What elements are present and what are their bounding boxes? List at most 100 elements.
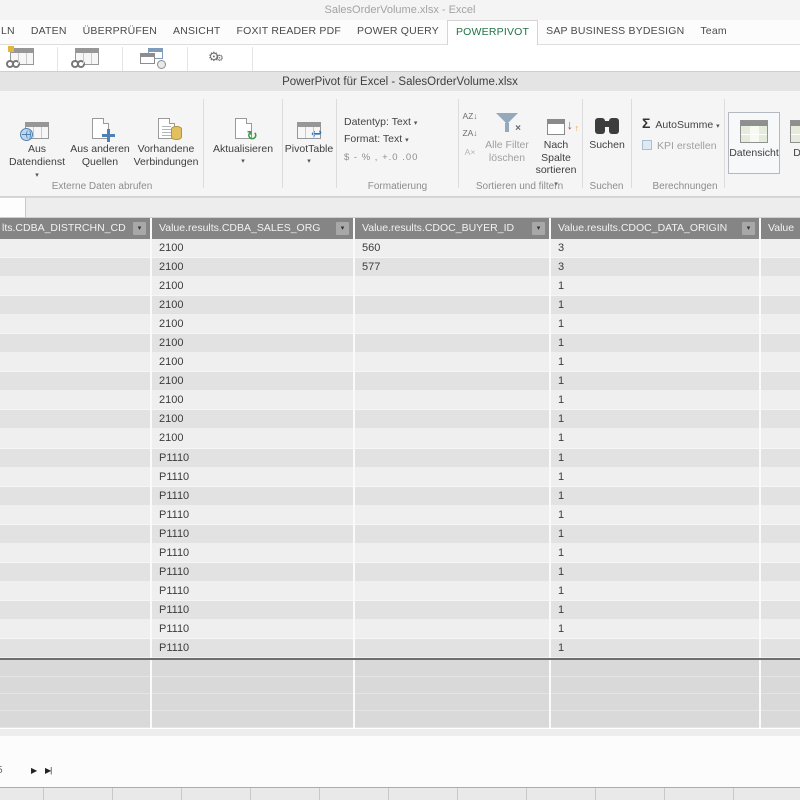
table-cell[interactable]: 1 [551, 391, 759, 410]
table-cell[interactable] [355, 468, 549, 487]
ribbon-tab-power-query[interactable]: POWER QUERY [349, 20, 447, 44]
from-data-service-button[interactable]: Aus Datendienst ▾ [6, 105, 68, 183]
column-header[interactable]: Value [761, 218, 800, 239]
table-cell[interactable] [355, 639, 549, 658]
table-cell[interactable]: P1110 [152, 563, 353, 582]
table-cell[interactable] [761, 582, 800, 601]
table-cell[interactable]: 1 [551, 296, 759, 315]
powerpivot-titlebar[interactable]: PowerPivot für Excel - SalesOrderVolume.… [0, 71, 800, 91]
table-cell[interactable] [355, 506, 549, 525]
table-cell[interactable]: 2100 [152, 429, 353, 448]
table-cell[interactable]: 1 [551, 639, 759, 658]
table-cell[interactable] [761, 620, 800, 639]
table-cell[interactable]: 2100 [152, 353, 353, 372]
table-cell[interactable] [355, 544, 549, 563]
table-cell[interactable] [0, 277, 150, 296]
table-cell[interactable] [355, 315, 549, 334]
table-cell[interactable] [0, 601, 150, 620]
table-cell[interactable]: 1 [551, 525, 759, 544]
table-cell[interactable] [355, 582, 549, 601]
ribbon-tab-ansicht[interactable]: ANSICHT [165, 20, 229, 44]
table-cell[interactable] [761, 391, 800, 410]
table-cell[interactable] [0, 239, 150, 258]
table-cell[interactable] [355, 334, 549, 353]
table-cell[interactable]: 2100 [152, 372, 353, 391]
table-cell[interactable] [355, 353, 549, 372]
table-cell[interactable] [0, 449, 150, 468]
clear-sort-button[interactable]: A× [461, 147, 479, 157]
from-other-sources-button[interactable]: Aus anderen Quellen [68, 105, 132, 168]
table-cell[interactable]: 1 [551, 277, 759, 296]
table-cell[interactable] [761, 277, 800, 296]
table-cell[interactable] [0, 525, 150, 544]
last-record-button[interactable]: ▶| [45, 766, 51, 775]
settings-windows-button[interactable] [140, 48, 164, 66]
table-cell[interactable]: P1110 [152, 487, 353, 506]
sort-za-button[interactable]: ZA↓ [461, 128, 479, 138]
table-cell[interactable]: P1110 [152, 639, 353, 658]
tools-button[interactable]: ⚙⚙ [208, 48, 224, 67]
table-cell[interactable]: 1 [551, 487, 759, 506]
manage-data-model-button[interactable] [10, 48, 34, 65]
table-cell[interactable]: 2100 [152, 277, 353, 296]
table-cell[interactable] [761, 239, 800, 258]
table-cell[interactable] [761, 410, 800, 429]
table-cell[interactable] [355, 525, 549, 544]
table-cell[interactable]: P1110 [152, 601, 353, 620]
table-cell[interactable] [0, 258, 150, 277]
table-cell[interactable]: 1 [551, 334, 759, 353]
formula-bar[interactable] [0, 197, 800, 218]
table-cell[interactable] [0, 334, 150, 353]
data-view-button[interactable]: Datensicht [728, 112, 780, 174]
table-cell[interactable]: P1110 [152, 449, 353, 468]
table-cell[interactable]: 1 [551, 353, 759, 372]
ribbon-tab-daten[interactable]: DATEN [23, 20, 75, 44]
table-cell[interactable] [0, 429, 150, 448]
table-cell[interactable]: 1 [551, 315, 759, 334]
ribbon-tab-powerpivot[interactable]: POWERPIVOT [447, 20, 538, 45]
table-cell[interactable] [761, 372, 800, 391]
table-cell[interactable] [355, 277, 549, 296]
table-cell[interactable]: P1110 [152, 525, 353, 544]
formula-fx-cell[interactable] [0, 198, 26, 217]
table-cell[interactable]: 2100 [152, 258, 353, 277]
next-record-button[interactable]: ▶ [31, 766, 37, 775]
table-cell[interactable]: 577 [355, 258, 549, 277]
ribbon-tab-sap-business-bydesign[interactable]: SAP BUSINESS BYDESIGN [538, 20, 692, 44]
table-cell[interactable] [355, 563, 549, 582]
table-cell[interactable] [0, 487, 150, 506]
table-cell[interactable]: 1 [551, 620, 759, 639]
ribbon-tab-foxit-reader-pdf[interactable]: FOXIT READER PDF [228, 20, 349, 44]
table-cell[interactable] [761, 544, 800, 563]
format-dropdown[interactable]: Format: Text ▾ [344, 132, 409, 148]
table-cell[interactable]: 1 [551, 563, 759, 582]
table-cell[interactable]: 3 [551, 258, 759, 277]
table-cell[interactable] [761, 258, 800, 277]
table-cell[interactable] [0, 582, 150, 601]
table-cell[interactable] [0, 353, 150, 372]
autosum-button[interactable]: ΣAutoSumme ▾ [642, 117, 720, 133]
table-cell[interactable] [0, 544, 150, 563]
table-cell[interactable] [0, 506, 150, 525]
table-cell[interactable] [355, 296, 549, 315]
column-header[interactable]: lts.CDBA_DISTRCHN_CD▾ [0, 218, 150, 239]
table-cell[interactable] [0, 296, 150, 315]
table-cell[interactable] [761, 506, 800, 525]
create-kpi-button[interactable]: KPI erstellen [642, 140, 717, 153]
table-cell[interactable] [761, 296, 800, 315]
filter-dropdown-icon[interactable]: ▾ [133, 222, 146, 235]
table-cell[interactable] [355, 620, 549, 639]
table-cell[interactable] [761, 563, 800, 582]
column-header[interactable]: Value.results.CDBA_SALES_ORG▾ [152, 218, 353, 239]
table-cell[interactable]: 1 [551, 429, 759, 448]
ribbon-tab-ln[interactable]: LN [0, 20, 23, 44]
table-cell[interactable]: P1110 [152, 506, 353, 525]
table-cell[interactable] [761, 315, 800, 334]
ribbon-tab-überprüfen[interactable]: ÜBERPRÜFEN [75, 20, 165, 44]
table-cell[interactable]: 2100 [152, 296, 353, 315]
table-cell[interactable]: 1 [551, 506, 759, 525]
table-cell[interactable] [355, 410, 549, 429]
refresh-button[interactable]: ↻ Aktualisieren ▾ [206, 105, 280, 168]
table-cell[interactable]: 1 [551, 449, 759, 468]
table-cell[interactable] [761, 468, 800, 487]
